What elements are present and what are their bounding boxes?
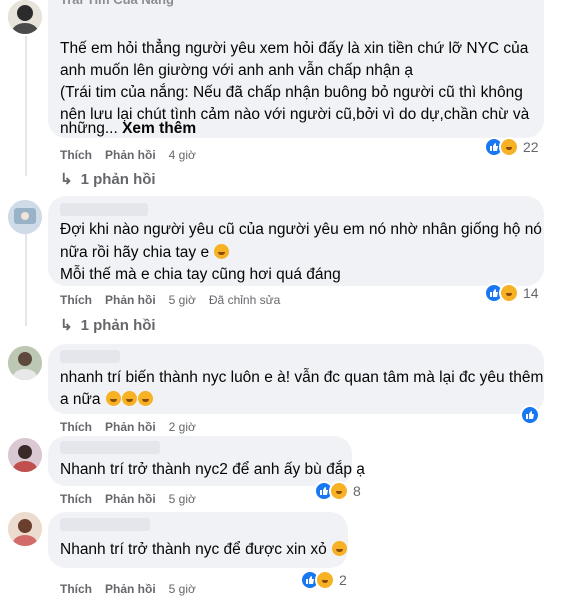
- timestamp[interactable]: 4 giờ: [169, 148, 196, 162]
- rofl-emoji-icon: [332, 541, 348, 556]
- like-button[interactable]: Thích: [60, 582, 92, 596]
- like-button[interactable]: Thích: [60, 148, 92, 162]
- like-button[interactable]: Thích: [60, 492, 92, 506]
- like-button[interactable]: Thích: [60, 420, 92, 434]
- reaction-count: 2: [339, 572, 347, 588]
- comment-actions: Thích Phản hồi 2 giờ: [60, 420, 196, 434]
- comment-line: Nhanh trí trở thành nyc để được xin xỏ: [60, 538, 348, 561]
- haha-reaction-icon: [499, 283, 519, 303]
- comment-line: những... Xem thêm: [60, 117, 196, 140]
- comment-line: (Trái tim của nắng: Nếu đã chấp nhận buô…: [60, 84, 523, 101]
- timestamp[interactable]: 5 giờ: [169, 582, 196, 596]
- comment-line: anh muốn lên giường với anh anh vẫn chấp…: [60, 62, 414, 79]
- comment-line: nhanh trí biến thành nyc luôn e à! vẫn đ…: [60, 369, 544, 386]
- reply-button[interactable]: Phản hồi: [105, 492, 156, 506]
- timestamp[interactable]: 5 giờ: [169, 492, 196, 506]
- haha-reaction-icon: [329, 481, 349, 501]
- rofl-emoji-icon: [105, 391, 121, 406]
- reaction-count: 8: [353, 483, 361, 499]
- avatar-image-icon: [8, 200, 42, 234]
- reaction-count: 22: [523, 139, 539, 155]
- author-name[interactable]: [60, 518, 150, 531]
- comment-actions: Thích Phản hồi 5 giờ Đã chỉnh sửa: [60, 293, 280, 307]
- view-replies-button[interactable]: ↳ 1 phản hồi: [60, 316, 156, 335]
- like-button[interactable]: Thích: [60, 293, 92, 307]
- avatar[interactable]: [8, 438, 42, 472]
- reply-button[interactable]: Phản hồi: [105, 293, 156, 307]
- reply-arrow-icon: ↳: [60, 317, 73, 334]
- reply-count-label: 1 phản hồi: [80, 170, 156, 188]
- comment-line: Đợi khi nào người yêu cũ của người yêu e…: [60, 221, 542, 238]
- reply-button[interactable]: Phản hồi: [105, 582, 156, 596]
- reply-arrow-icon: ↳: [60, 171, 73, 188]
- comment-line: a nữa: [60, 388, 153, 411]
- laughing-emoji-icon: [214, 244, 230, 259]
- timestamp[interactable]: 2 giờ: [169, 420, 196, 434]
- avatar-image-icon: [8, 438, 42, 472]
- comment-line: Mỗi thế mà e chia tay cũng hơi quá đáng: [60, 266, 341, 283]
- author-name[interactable]: Trái Tim Của Nắng: [60, 0, 174, 11]
- thread-line: [25, 36, 27, 176]
- see-more-link[interactable]: Xem thêm: [122, 120, 196, 137]
- rofl-emoji-icon: [137, 391, 153, 406]
- comment-line: nữa rồi hãy chia tay e: [60, 241, 230, 264]
- rofl-emoji-icon: [121, 391, 137, 406]
- like-reaction-icon: [520, 405, 540, 425]
- edited-label[interactable]: Đã chỉnh sửa: [209, 293, 280, 307]
- avatar[interactable]: [8, 512, 42, 546]
- reaction-summary[interactable]: 22: [484, 136, 539, 158]
- reaction-summary[interactable]: 2: [300, 569, 347, 591]
- comment-line: Thế em hỏi thẳng người yêu xem hỏi đấy l…: [60, 40, 529, 57]
- reply-count-label: 1 phản hồi: [80, 316, 156, 334]
- comment-actions: Thích Phản hồi 4 giờ: [60, 148, 196, 162]
- avatar[interactable]: [8, 0, 42, 34]
- author-name[interactable]: [60, 350, 120, 363]
- reaction-count: 14: [523, 285, 539, 301]
- avatar-image-icon: [8, 0, 42, 34]
- avatar-image-icon: [8, 512, 42, 546]
- haha-reaction-icon: [315, 570, 335, 590]
- reaction-summary[interactable]: 8: [314, 480, 361, 502]
- author-name[interactable]: [60, 441, 160, 454]
- avatar[interactable]: [8, 200, 42, 234]
- comment-line-text: nữa rồi hãy chia tay e: [60, 244, 210, 261]
- avatar-image-icon: [8, 346, 42, 380]
- author-name[interactable]: [60, 203, 148, 216]
- view-replies-button[interactable]: ↳ 1 phản hồi: [60, 170, 156, 189]
- thread-line: [25, 226, 27, 326]
- comment-line-text: a nữa: [60, 391, 101, 408]
- haha-reaction-icon: [499, 137, 519, 157]
- avatar[interactable]: [8, 346, 42, 380]
- timestamp[interactable]: 5 giờ: [169, 293, 196, 307]
- reaction-summary[interactable]: 14: [484, 282, 539, 304]
- comment-line: Nhanh trí trở thành nyc2 để anh ấy bù đắ…: [60, 461, 365, 478]
- reaction-summary[interactable]: [520, 404, 540, 426]
- reply-button[interactable]: Phản hồi: [105, 420, 156, 434]
- reply-button[interactable]: Phản hồi: [105, 148, 156, 162]
- comment-actions: Thích Phản hồi 5 giờ: [60, 582, 196, 596]
- comment-actions: Thích Phản hồi 5 giờ: [60, 492, 196, 506]
- comment-line-end: những...: [60, 120, 118, 137]
- comment-line-text: Nhanh trí trở thành nyc để được xin xỏ: [60, 541, 327, 558]
